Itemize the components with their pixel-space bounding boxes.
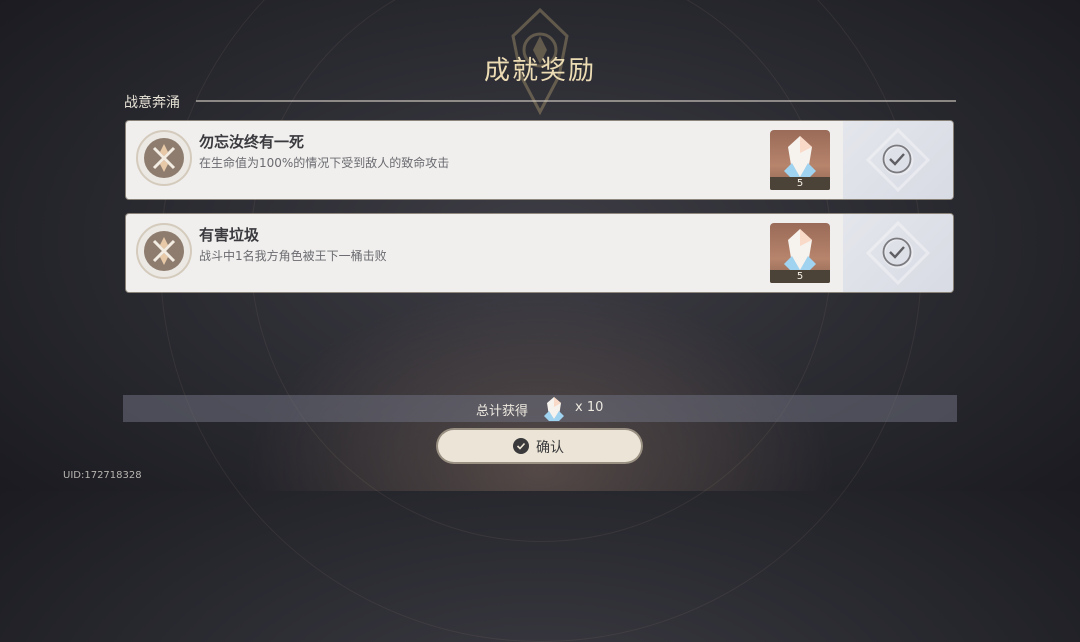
primogem-icon: [784, 136, 816, 179]
primogem-icon: [784, 229, 816, 272]
confirm-label: 确认: [536, 440, 564, 456]
claimed-check-icon: [882, 237, 912, 267]
achievement-badge-icon: [136, 223, 192, 279]
confirm-button[interactable]: 确认: [438, 430, 641, 462]
uid-label: UID:172718328: [63, 470, 142, 481]
reward-count: 5: [770, 177, 830, 190]
achievement-badge-icon: [136, 130, 192, 186]
section-divider: [196, 100, 956, 102]
claimed-check-icon: [882, 144, 912, 174]
total-rewards-bar: 总计获得 x 10: [123, 395, 957, 422]
claim-status: [843, 121, 953, 199]
achievement-card: 勿忘汝终有一死 在生命值为100%的情况下受到敌人的致命攻击 5: [126, 121, 953, 199]
total-label: 总计获得: [476, 404, 529, 419]
primogem-icon: [544, 397, 564, 421]
reward-item: 5: [770, 223, 830, 283]
total-count: x 10: [575, 400, 604, 415]
page-title: 成就奖励: [483, 56, 596, 86]
achievement-title: 有害垃圾: [199, 226, 260, 244]
achievement-card: 有害垃圾 战斗中1名我方角色被王下一桶击败 5: [126, 214, 953, 292]
reward-item: 5: [770, 130, 830, 190]
achievement-description: 战斗中1名我方角色被王下一桶击败: [199, 249, 387, 263]
section-label: 战意奔涌: [124, 95, 180, 111]
achievement-title: 勿忘汝终有一死: [199, 133, 305, 151]
achievement-description: 在生命值为100%的情况下受到敌人的致命攻击: [199, 156, 450, 170]
check-circle-icon: [513, 438, 529, 454]
reward-count: 5: [770, 270, 830, 283]
claim-status: [843, 214, 953, 292]
